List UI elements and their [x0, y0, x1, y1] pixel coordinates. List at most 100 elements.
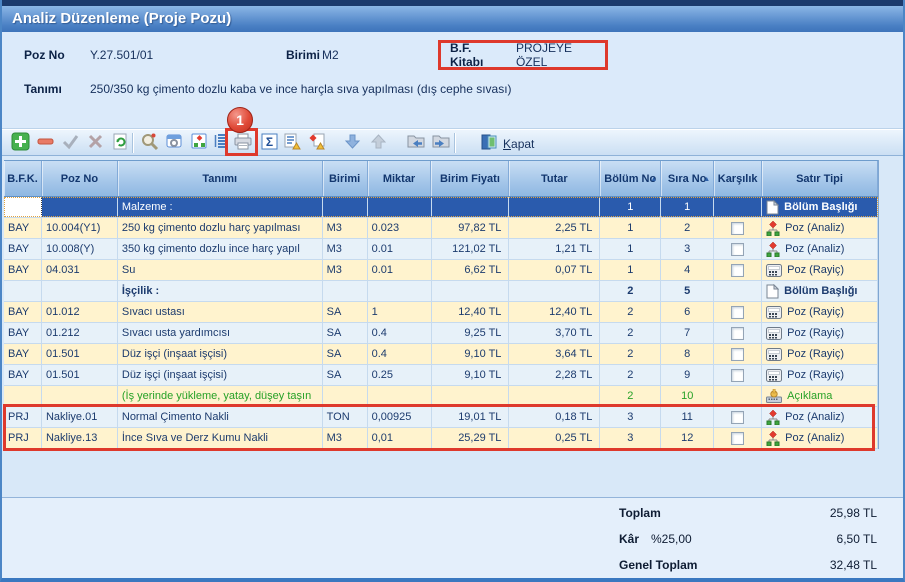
next-folder-button[interactable] [429, 132, 453, 155]
analysis-warning-button[interactable] [305, 132, 329, 155]
find-button[interactable] [137, 132, 161, 155]
cell-sira-no[interactable]: 1 [661, 197, 714, 217]
cell-birimi[interactable]: SA [323, 344, 368, 364]
cell-sira-no[interactable]: 10 [661, 386, 714, 406]
kapat-button[interactable]: Kapat [474, 132, 540, 155]
cell-karsilik[interactable] [714, 281, 762, 301]
cell-birimi[interactable]: M3 [323, 260, 368, 280]
analysis-tree-button[interactable] [187, 132, 211, 155]
cell-tutar[interactable] [509, 197, 600, 217]
cell-karsilik[interactable] [714, 239, 762, 259]
cell-karsilik[interactable] [714, 428, 762, 448]
cell-tutar[interactable]: 3,70 TL [509, 323, 600, 343]
cell-tanimi[interactable]: Düz işçi (inşaat işçisi) [118, 344, 323, 364]
cell-sira-no[interactable]: 5 [661, 281, 714, 301]
table-row[interactable]: BAY10.004(Y1)250 kg çimento dozlu harç y… [4, 218, 878, 239]
cell-sira-no[interactable]: 3 [661, 239, 714, 259]
cell-tanimi[interactable]: Sıvacı usta yardımcısı [118, 323, 323, 343]
cell-birimi[interactable]: M3 [323, 428, 368, 448]
column-header[interactable]: Birim Fiyatı [431, 161, 509, 196]
cell-poz-no[interactable] [42, 281, 118, 301]
cell-miktar[interactable] [368, 386, 432, 406]
cell-sira-no[interactable]: 7 [661, 323, 714, 343]
cell-miktar[interactable]: 0.023 [368, 218, 432, 238]
cell-tanimi[interactable]: İşçilik : [118, 281, 323, 301]
cell-birim-fiyati[interactable]: 19,01 TL [432, 407, 510, 427]
cell-satir-tipi[interactable]: Poz (Rayiç) [762, 323, 878, 343]
cell-birimi[interactable]: M3 [323, 218, 368, 238]
cell-tanimi[interactable]: Malzeme : [118, 197, 323, 217]
column-header[interactable]: Birimi [323, 161, 368, 196]
cell-miktar[interactable]: 0.25 [368, 365, 432, 385]
cell-birimi[interactable] [323, 281, 368, 301]
cell-karsilik[interactable] [714, 407, 762, 427]
cell-birim-fiyati[interactable]: 12,40 TL [432, 302, 510, 322]
cell-birim-fiyati[interactable]: 6,62 TL [432, 260, 510, 280]
cell-poz-no[interactable] [42, 386, 118, 406]
karsilik-checkbox[interactable] [731, 264, 744, 277]
cell-poz-no[interactable]: 10.004(Y1) [42, 218, 118, 238]
cell-karsilik[interactable] [714, 260, 762, 280]
table-row[interactable]: BAY01.212Sıvacı usta yardımcısıSA0.49,25… [4, 323, 878, 344]
karsilik-checkbox[interactable] [731, 411, 744, 424]
cell-bolum-no[interactable]: 3 [600, 407, 661, 427]
column-header[interactable]: Bölüm No▲ [600, 161, 661, 196]
cell-bolum-no[interactable]: 2 [600, 281, 661, 301]
cell-bolum-no[interactable]: 2 [600, 302, 661, 322]
table-row[interactable]: (İş yerinde yükleme, yatay, düşey taşın2… [4, 386, 878, 407]
cell-satir-tipi[interactable]: Poz (Analiz) [762, 407, 878, 427]
cell-satir-tipi[interactable]: Bölüm Başlığı [762, 281, 878, 301]
cell-bolum-no[interactable]: 1 [600, 260, 661, 280]
cell-sira-no[interactable]: 6 [661, 302, 714, 322]
cell-miktar[interactable]: 0.01 [368, 260, 432, 280]
column-header[interactable]: Sıra No▲ [661, 161, 714, 196]
table-row[interactable]: BAY10.008(Y)350 kg çimento dozlu ince ha… [4, 239, 878, 260]
cell-birimi[interactable]: SA [323, 323, 368, 343]
cell-poz-no[interactable]: 04.031 [42, 260, 118, 280]
cell-tanimi[interactable]: İnce Sıva ve Derz Kumu Nakli [118, 428, 323, 448]
cell-satir-tipi[interactable]: Poz (Rayiç) [762, 344, 878, 364]
cell-tutar[interactable]: 0,18 TL [509, 407, 600, 427]
cell-birim-fiyati[interactable] [432, 386, 510, 406]
cell-tanimi[interactable]: Su [118, 260, 323, 280]
cell-karsilik[interactable] [714, 197, 762, 217]
cell-bfk[interactable]: BAY [4, 323, 42, 343]
cell-bfk[interactable]: BAY [4, 344, 42, 364]
prev-folder-button[interactable] [404, 132, 428, 155]
cell-bfk[interactable]: BAY [4, 302, 42, 322]
cell-birimi[interactable] [323, 386, 368, 406]
cell-poz-no[interactable]: 10.008(Y) [42, 239, 118, 259]
cell-tutar[interactable] [509, 281, 600, 301]
cell-bolum-no[interactable]: 1 [600, 239, 661, 259]
cell-tutar[interactable]: 0,07 TL [509, 260, 600, 280]
cell-bfk[interactable]: BAY [4, 365, 42, 385]
cell-tanimi[interactable]: Sıvacı ustası [118, 302, 323, 322]
cell-satir-tipi[interactable]: Poz (Rayiç) [762, 302, 878, 322]
cell-birim-fiyati[interactable]: 97,82 TL [432, 218, 510, 238]
table-row[interactable]: İşçilik : 25 Bölüm Başlığı [4, 281, 878, 302]
column-header[interactable]: B.F.K. [4, 161, 42, 196]
cell-bfk[interactable]: BAY [4, 260, 42, 280]
cancel-button[interactable] [83, 132, 107, 155]
cell-karsilik[interactable] [714, 323, 762, 343]
column-header[interactable]: Tutar [509, 161, 600, 196]
cell-poz-no[interactable] [42, 197, 118, 217]
move-down-button[interactable] [340, 132, 364, 155]
cell-birim-fiyati[interactable]: 25,29 TL [432, 428, 510, 448]
cell-miktar[interactable]: 1 [368, 302, 432, 322]
cell-tanimi[interactable]: Normal Çimento Nakli [118, 407, 323, 427]
cell-bolum-no[interactable]: 2 [600, 344, 661, 364]
cell-bolum-no[interactable]: 1 [600, 218, 661, 238]
cell-bfk[interactable]: PRJ [4, 428, 42, 448]
column-header[interactable]: Karşılık [714, 161, 762, 196]
cell-bfk[interactable]: BAY [4, 239, 42, 259]
karsilik-checkbox[interactable] [731, 432, 744, 445]
remove-button[interactable] [33, 132, 57, 155]
cell-birim-fiyati[interactable]: 121,02 TL [432, 239, 510, 259]
cell-sira-no[interactable]: 11 [661, 407, 714, 427]
window-titlebar[interactable]: Analiz Düzenleme (Proje Pozu) [2, 6, 905, 32]
cell-tutar[interactable]: 2,25 TL [509, 218, 600, 238]
cell-tutar[interactable]: 0,25 TL [509, 428, 600, 448]
cell-sira-no[interactable]: 12 [661, 428, 714, 448]
cell-poz-no[interactable]: 01.501 [42, 344, 118, 364]
